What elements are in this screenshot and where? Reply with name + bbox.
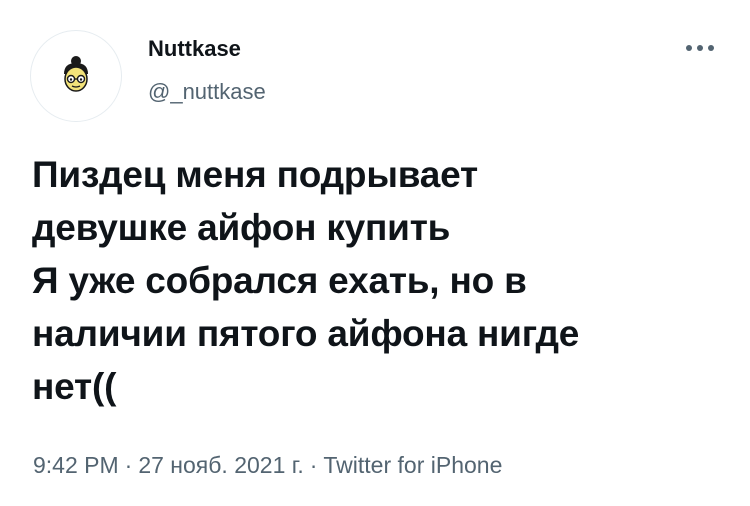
author-avatar[interactable] [30, 30, 122, 122]
tweet-text-line: Пиздец меня подрывает [32, 154, 478, 195]
tweet-date[interactable]: 27 нояб. 2021 г. [138, 452, 303, 478]
author-handle[interactable]: @_nuttkase [148, 79, 266, 105]
tweet-time[interactable]: 9:42 PM [33, 452, 119, 478]
tweet-source-link[interactable]: Twitter for iPhone [323, 452, 502, 478]
tweet-text-line: наличии пятого айфона нигде [32, 313, 580, 354]
more-options-icon[interactable] [680, 38, 720, 58]
author-display-name[interactable]: Nuttkase [148, 36, 241, 62]
meta-separator: · [309, 452, 318, 478]
tweet-metadata: 9:42 PM · 27 нояб. 2021 г. · Twitter for iPh… [33, 452, 502, 479]
tweet-card: Nuttkase @_nuttkase Пиздец меня подрывае… [0, 0, 750, 506]
tweet-text: Пиздец меня подрывает девушке айфон купи… [32, 148, 722, 413]
more-dot [697, 45, 703, 51]
tweet-text-line: Я уже собрался ехать, но в [32, 260, 527, 301]
cartoon-face-avatar-icon [64, 56, 88, 92]
tweet-text-line: нет(( [32, 366, 117, 407]
meta-separator: · [124, 452, 133, 478]
more-dot [686, 45, 692, 51]
tweet-text-line: девушке айфон купить [32, 207, 451, 248]
more-dot [708, 45, 714, 51]
